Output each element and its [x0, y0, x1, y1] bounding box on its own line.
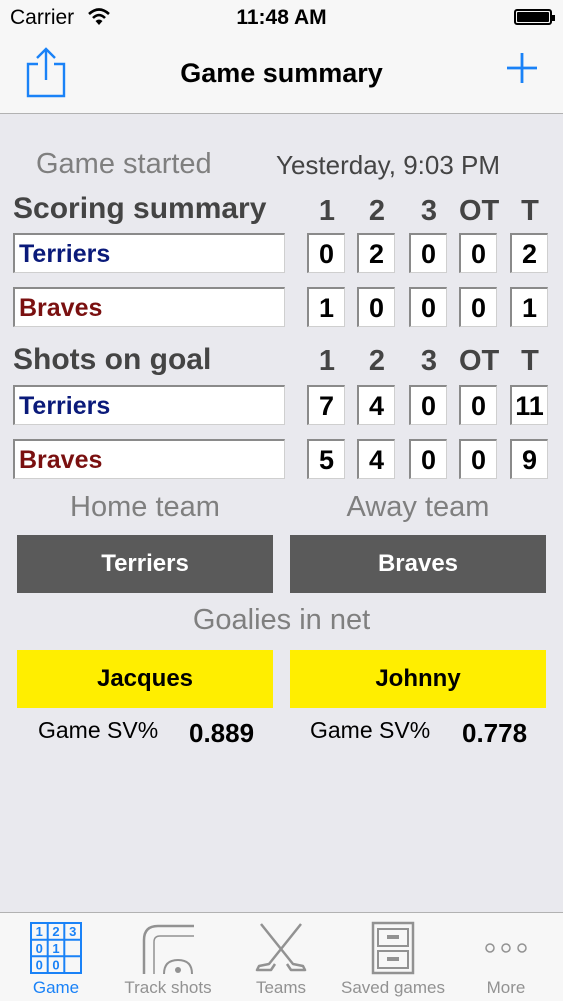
- shots-home-team-field[interactable]: Terriers: [13, 385, 285, 425]
- home-sv-label: Game SV%: [38, 717, 159, 743]
- away-sv-value: 0.778: [462, 718, 528, 748]
- tab-teams[interactable]: Teams: [225, 913, 337, 1001]
- svg-text:0: 0: [36, 941, 43, 956]
- shots-cell[interactable]: 0: [459, 385, 497, 425]
- column-header: 3: [420, 195, 438, 227]
- home-sv-value: 0.889: [189, 718, 255, 748]
- svg-text:3: 3: [69, 924, 76, 939]
- shots-on-goal-title: Shots on goal: [13, 343, 212, 376]
- tab-label: Track shots: [124, 978, 212, 997]
- shots-away-team-field[interactable]: Braves: [13, 439, 285, 479]
- tab-game[interactable]: 123 01 00 Game: [0, 913, 112, 1001]
- away-sv-label: Game SV%: [310, 717, 431, 743]
- game-started-label: Game started: [36, 148, 212, 180]
- scoring-summary-title: Scoring summary: [13, 192, 267, 225]
- goalies-in-net-label: Goalies in net: [192, 604, 371, 636]
- scoreboard-icon: 123 01 00: [30, 922, 82, 974]
- svg-text:1: 1: [52, 941, 59, 956]
- shots-cell[interactable]: 0: [409, 385, 447, 425]
- score-cell[interactable]: 1: [307, 287, 345, 327]
- column-header: 2: [368, 195, 386, 227]
- svg-text:2: 2: [52, 924, 59, 939]
- score-cell[interactable]: 0: [409, 233, 447, 273]
- scoring-home-team-field[interactable]: Terriers: [13, 233, 285, 273]
- shots-total-cell[interactable]: 9: [510, 439, 548, 479]
- game-started-value: Yesterday, 9:03 PM: [276, 150, 501, 180]
- home-team-label: Home team: [70, 491, 220, 523]
- svg-text:0: 0: [52, 958, 59, 973]
- score-cell[interactable]: 0: [357, 287, 395, 327]
- shots-cell[interactable]: 5: [307, 439, 345, 479]
- shots-cell[interactable]: 0: [459, 439, 497, 479]
- rink-icon: [142, 924, 194, 975]
- score-cell[interactable]: 0: [307, 233, 345, 273]
- file-cabinet-icon: [371, 921, 415, 975]
- scoring-away-team-field[interactable]: Braves: [13, 287, 285, 327]
- column-header: 1: [318, 195, 336, 227]
- shots-total-cell[interactable]: 11: [510, 385, 548, 425]
- hockey-sticks-icon: [255, 923, 307, 972]
- column-header: 3: [420, 345, 438, 377]
- column-header: 1: [318, 345, 336, 377]
- shots-cell[interactable]: 7: [307, 385, 345, 425]
- away-team-label: Away team: [346, 491, 490, 523]
- tab-label: Game: [32, 978, 80, 997]
- score-cell[interactable]: 0: [459, 233, 497, 273]
- home-goalie-button[interactable]: Jacques: [17, 650, 273, 708]
- tab-saved-games[interactable]: Saved games: [337, 913, 449, 1001]
- shots-cell[interactable]: 4: [357, 439, 395, 479]
- tab-more[interactable]: More: [450, 913, 562, 1001]
- home-team-button[interactable]: Terriers: [17, 535, 273, 593]
- more-icon: [485, 943, 527, 953]
- tab-bar: 123 01 00 Game Track shots Teams Saved g…: [0, 912, 563, 1001]
- away-goalie-button[interactable]: Johnny: [290, 650, 546, 708]
- column-header: T: [521, 195, 539, 227]
- shots-cell[interactable]: 0: [409, 439, 447, 479]
- add-icon[interactable]: [505, 51, 539, 85]
- score-cell[interactable]: 0: [409, 287, 447, 327]
- tab-label: Saved games: [341, 978, 445, 997]
- score-cell[interactable]: 0: [459, 287, 497, 327]
- page-title: Game summary: [180, 58, 383, 88]
- tab-track-shots[interactable]: Track shots: [112, 913, 224, 1001]
- score-total-cell[interactable]: 2: [510, 233, 548, 273]
- column-header: OT: [459, 195, 500, 227]
- column-header: OT: [459, 345, 500, 377]
- away-team-button[interactable]: Braves: [290, 535, 546, 593]
- column-header: T: [521, 345, 539, 377]
- tab-label: More: [486, 978, 526, 997]
- tab-label: Teams: [255, 978, 307, 997]
- column-header: 2: [368, 345, 386, 377]
- battery-icon: [514, 9, 555, 25]
- score-total-cell[interactable]: 1: [510, 287, 548, 327]
- shots-cell[interactable]: 4: [357, 385, 395, 425]
- navigation-bar: Game summary: [0, 38, 563, 114]
- svg-text:1: 1: [36, 924, 43, 939]
- clock: 11:48 AM: [236, 6, 327, 29]
- status-bar: Carrier 11:48 AM: [0, 0, 563, 38]
- score-cell[interactable]: 2: [357, 233, 395, 273]
- svg-text:0: 0: [36, 958, 43, 973]
